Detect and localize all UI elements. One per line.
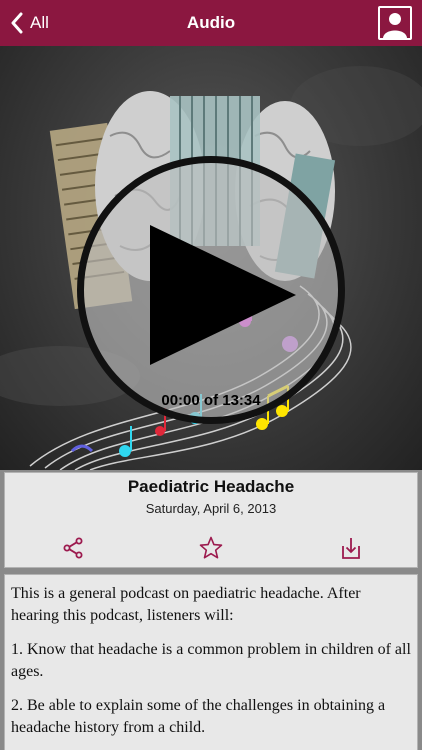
star-icon	[199, 536, 223, 559]
page-title: Audio	[186, 13, 236, 32]
description-intro: This is a general podcast on paediatric …	[11, 585, 361, 624]
episode-description: This is a general podcast on paediatric …	[4, 574, 418, 750]
playback-time: 00:00 of 13:34	[84, 392, 338, 409]
play-icon	[150, 225, 296, 365]
share-button[interactable]	[60, 535, 86, 561]
chevron-left-icon	[11, 12, 23, 34]
play-button[interactable]: 00:00 of 13:34	[77, 156, 345, 424]
podcast-artwork: 00:00 of 13:34	[0, 46, 422, 470]
back-label: All	[30, 13, 49, 32]
episode-info-card: Paediatric Headache Saturday, April 6, 2…	[4, 472, 418, 568]
elapsed-time: 00:00	[161, 392, 200, 409]
profile-button[interactable]	[378, 6, 412, 40]
navigation-bar: All Audio	[0, 0, 422, 46]
back-button[interactable]: All	[10, 0, 49, 46]
favorite-button[interactable]	[198, 535, 224, 561]
time-separator: of	[203, 392, 219, 409]
description-point: 1. Know that headache is a common proble…	[11, 641, 411, 680]
episode-title: Paediatric Headache	[127, 477, 295, 496]
download-icon	[342, 538, 360, 559]
user-icon	[383, 13, 407, 38]
download-button[interactable]	[338, 535, 364, 561]
share-icon	[63, 537, 83, 559]
total-duration: 13:34	[222, 392, 261, 409]
description-point: 2. Be able to explain some of the challe…	[11, 697, 386, 736]
episode-date: Saturday, April 6, 2013	[145, 501, 277, 516]
